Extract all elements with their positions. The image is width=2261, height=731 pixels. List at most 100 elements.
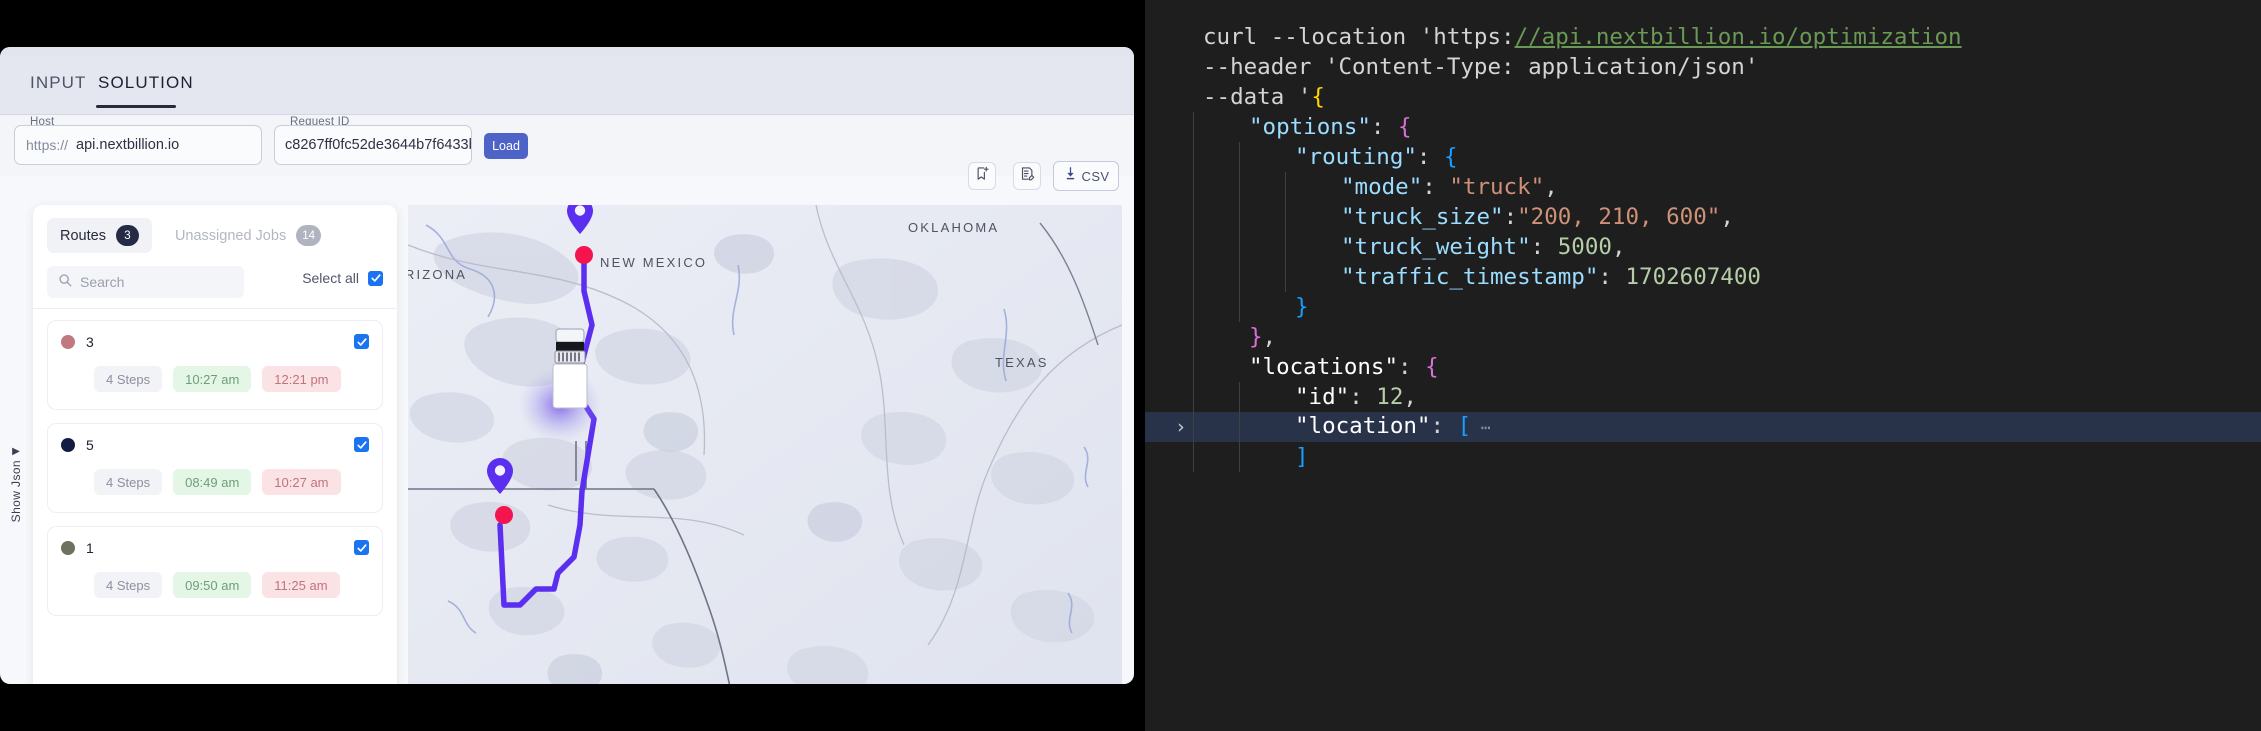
code-line[interactable]: --data '{ [1145,82,2261,112]
code-line[interactable]: --header 'Content-Type: application/json… [1145,52,2261,82]
code-token: --data [1203,84,1298,110]
code-line-content: "id": 12, [1203,382,1417,412]
code-token: : [1530,234,1558,260]
chevron-right-icon: ▶ [12,446,20,457]
code-line-content: "options": { [1203,112,1412,142]
tab-routes-label: Routes [60,227,106,244]
select-all-checkbox[interactable] [368,270,383,286]
code-editor-panel[interactable]: curl --location 'https://api.nextbillion… [1145,0,2261,731]
code-line-content: --data '{ [1203,82,1325,112]
route-start-time-chip: 09:50 am [173,572,252,598]
code-token: : [1503,204,1518,230]
search-input[interactable] [80,274,230,290]
code-token: { [1444,144,1458,170]
select-all-label: Select all [302,270,359,286]
load-button[interactable]: Load [484,133,528,159]
code-line[interactable]: "mode": "truck", [1145,172,2261,202]
app-window: INPUT SOLUTION Host https:// api.nextbil… [0,47,1134,684]
code-line[interactable]: "options": { [1145,112,2261,142]
code-token: "truck" [1449,174,1545,200]
code-token: "location" [1295,413,1431,439]
host-input[interactable]: https:// api.nextbillion.io [14,125,262,165]
bookmark-add-button[interactable] [968,162,996,190]
code-token: : [1598,264,1626,290]
document-edit-button[interactable] [1013,162,1041,190]
code-token: ] [1295,444,1309,470]
code-line[interactable]: "traffic_timestamp": 1702607400 [1145,262,2261,292]
route-checkbox[interactable] [354,437,369,452]
map-pin-marker[interactable] [486,457,514,495]
indent-guide [1239,202,1240,232]
map-stop-marker[interactable] [575,246,593,264]
code-token: "options" [1249,114,1371,140]
code-lines: curl --location 'https://api.nextbillion… [1145,22,2261,472]
route-name: 3 [86,334,94,350]
code-line-content: "truck_size":"200, 210, 600", [1203,202,1734,232]
document-edit-icon [1020,166,1035,186]
host-protocol-prefix: https:// [26,137,69,153]
search-icon [58,273,72,292]
map-label-oklahoma: OKLAHOMA [908,220,1000,235]
code-token: "truck_size" [1341,204,1504,230]
code-token: : [1370,114,1399,140]
code-line[interactable]: }, [1145,322,2261,352]
code-line[interactable]: curl --location 'https://api.nextbillion… [1145,22,2261,52]
show-json-toggle[interactable]: ▶ Show Json [6,447,26,557]
code-token: , [1720,204,1734,230]
route-chip-group: 4 Steps 08:49 am 10:27 am [94,469,341,495]
request-id-input[interactable]: c8267ff0fc52de3644b7f6433ba1 [274,125,472,165]
indent-guide [1193,172,1194,202]
route-color-dot [61,438,75,452]
code-token: } [1249,324,1263,350]
select-all-control[interactable]: Select all [302,270,383,286]
code-token: "locations" [1249,354,1399,380]
code-token: "routing" [1295,144,1417,170]
fold-chevron-right-icon[interactable]: › [1175,412,1186,442]
csv-label: CSV [1081,168,1110,184]
host-value: api.nextbillion.io [76,137,180,153]
code-token: : [1430,413,1458,439]
code-token: 'https: [1419,24,1515,50]
indent-guide [1193,292,1194,322]
code-token: [ [1457,413,1472,439]
download-icon [1063,166,1078,186]
code-line[interactable]: "id": 12, [1145,382,2261,412]
code-line[interactable]: ] [1145,442,2261,472]
tab-unassigned-jobs-badge: 14 [296,225,321,246]
panel-divider [33,308,397,309]
map-stop-marker[interactable] [495,506,513,524]
indent-guide [1239,262,1240,292]
map-pin-marker[interactable] [566,205,594,235]
indent-guide [1239,442,1240,472]
route-chip-group: 4 Steps 09:50 am 11:25 am [94,572,340,598]
route-list-item[interactable]: 5 4 Steps 08:49 am 10:27 am [47,423,383,513]
route-color-dot [61,541,75,555]
code-line[interactable]: "routing": { [1145,142,2261,172]
code-token: : [1398,354,1426,380]
indent-guide [1193,202,1194,232]
code-line[interactable]: › "location": [ ⋯ [1145,412,2261,442]
code-line[interactable]: } [1145,292,2261,322]
route-list-item[interactable]: 1 4 Steps 09:50 am 11:25 am [47,526,383,616]
indent-guide [1193,442,1194,472]
route-start-time-chip: 10:27 am [173,366,252,392]
tab-unassigned-jobs[interactable]: Unassigned Jobs 14 [162,218,334,253]
truck-icon[interactable] [550,325,590,409]
code-token: { [1425,354,1439,380]
csv-download-button[interactable]: CSV [1053,161,1119,191]
route-end-time-chip: 12:21 pm [262,366,341,392]
map-canvas[interactable]: ARIZONA NEW MEXICO OKLAHOMA TEXAS [408,205,1122,684]
tab-solution[interactable]: SOLUTION [98,73,194,93]
tab-input[interactable]: INPUT [30,73,87,93]
map-label-new-mexico: NEW MEXICO [600,255,708,270]
route-checkbox[interactable] [354,334,369,349]
code-token: : [1416,144,1445,170]
code-line[interactable]: "truck_weight": 5000, [1145,232,2261,262]
code-line[interactable]: "locations": { [1145,352,2261,382]
route-checkbox[interactable] [354,540,369,555]
code-line[interactable]: "truck_size":"200, 210, 600", [1145,202,2261,232]
code-token: 'Content-Type: application/json' [1324,54,1759,80]
route-list-item[interactable]: 3 4 Steps 10:27 am 12:21 pm [47,320,383,410]
search-box[interactable] [47,266,244,298]
tab-routes[interactable]: Routes 3 [47,218,152,253]
